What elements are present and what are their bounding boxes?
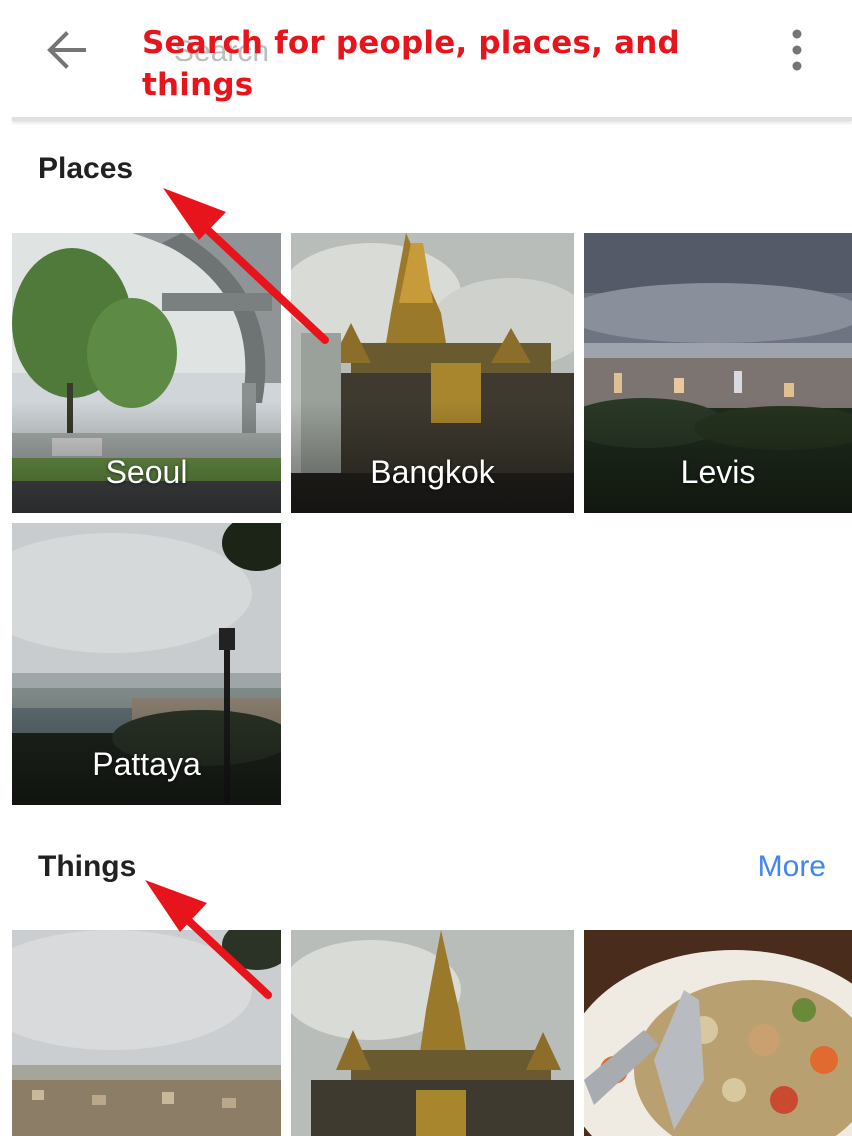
place-label-bangkok: Bangkok — [370, 454, 495, 490]
arrow-back-icon — [47, 31, 86, 69]
place-label-seoul: Seoul — [105, 454, 188, 490]
places-section-title: Places — [38, 152, 134, 185]
thing-photo-temple — [291, 930, 574, 1136]
place-tile-bangkok[interactable]: Bangkok — [291, 233, 574, 513]
thing-photo-city — [12, 930, 281, 1136]
thing-tile-3[interactable] — [584, 930, 852, 1136]
things-section-title: Things — [38, 850, 137, 883]
annotation-caption: Search for people, places, and things — [142, 25, 680, 103]
overflow-menu-button[interactable] — [772, 22, 822, 78]
more-vert-icon — [792, 29, 802, 71]
place-tile-levis[interactable]: Levis — [584, 233, 852, 513]
thing-photo-food — [584, 930, 852, 1136]
thing-tile-1[interactable] — [12, 930, 281, 1136]
place-label-levis: Levis — [680, 454, 756, 490]
things-more-link[interactable]: More — [758, 850, 826, 884]
app-bar-divider — [12, 117, 852, 121]
place-label-pattaya: Pattaya — [92, 746, 201, 782]
place-tile-seoul[interactable]: Seoul — [12, 233, 281, 513]
thing-tile-2[interactable] — [291, 930, 574, 1136]
back-button[interactable] — [38, 22, 94, 78]
place-tile-pattaya[interactable]: Pattaya — [12, 523, 281, 805]
